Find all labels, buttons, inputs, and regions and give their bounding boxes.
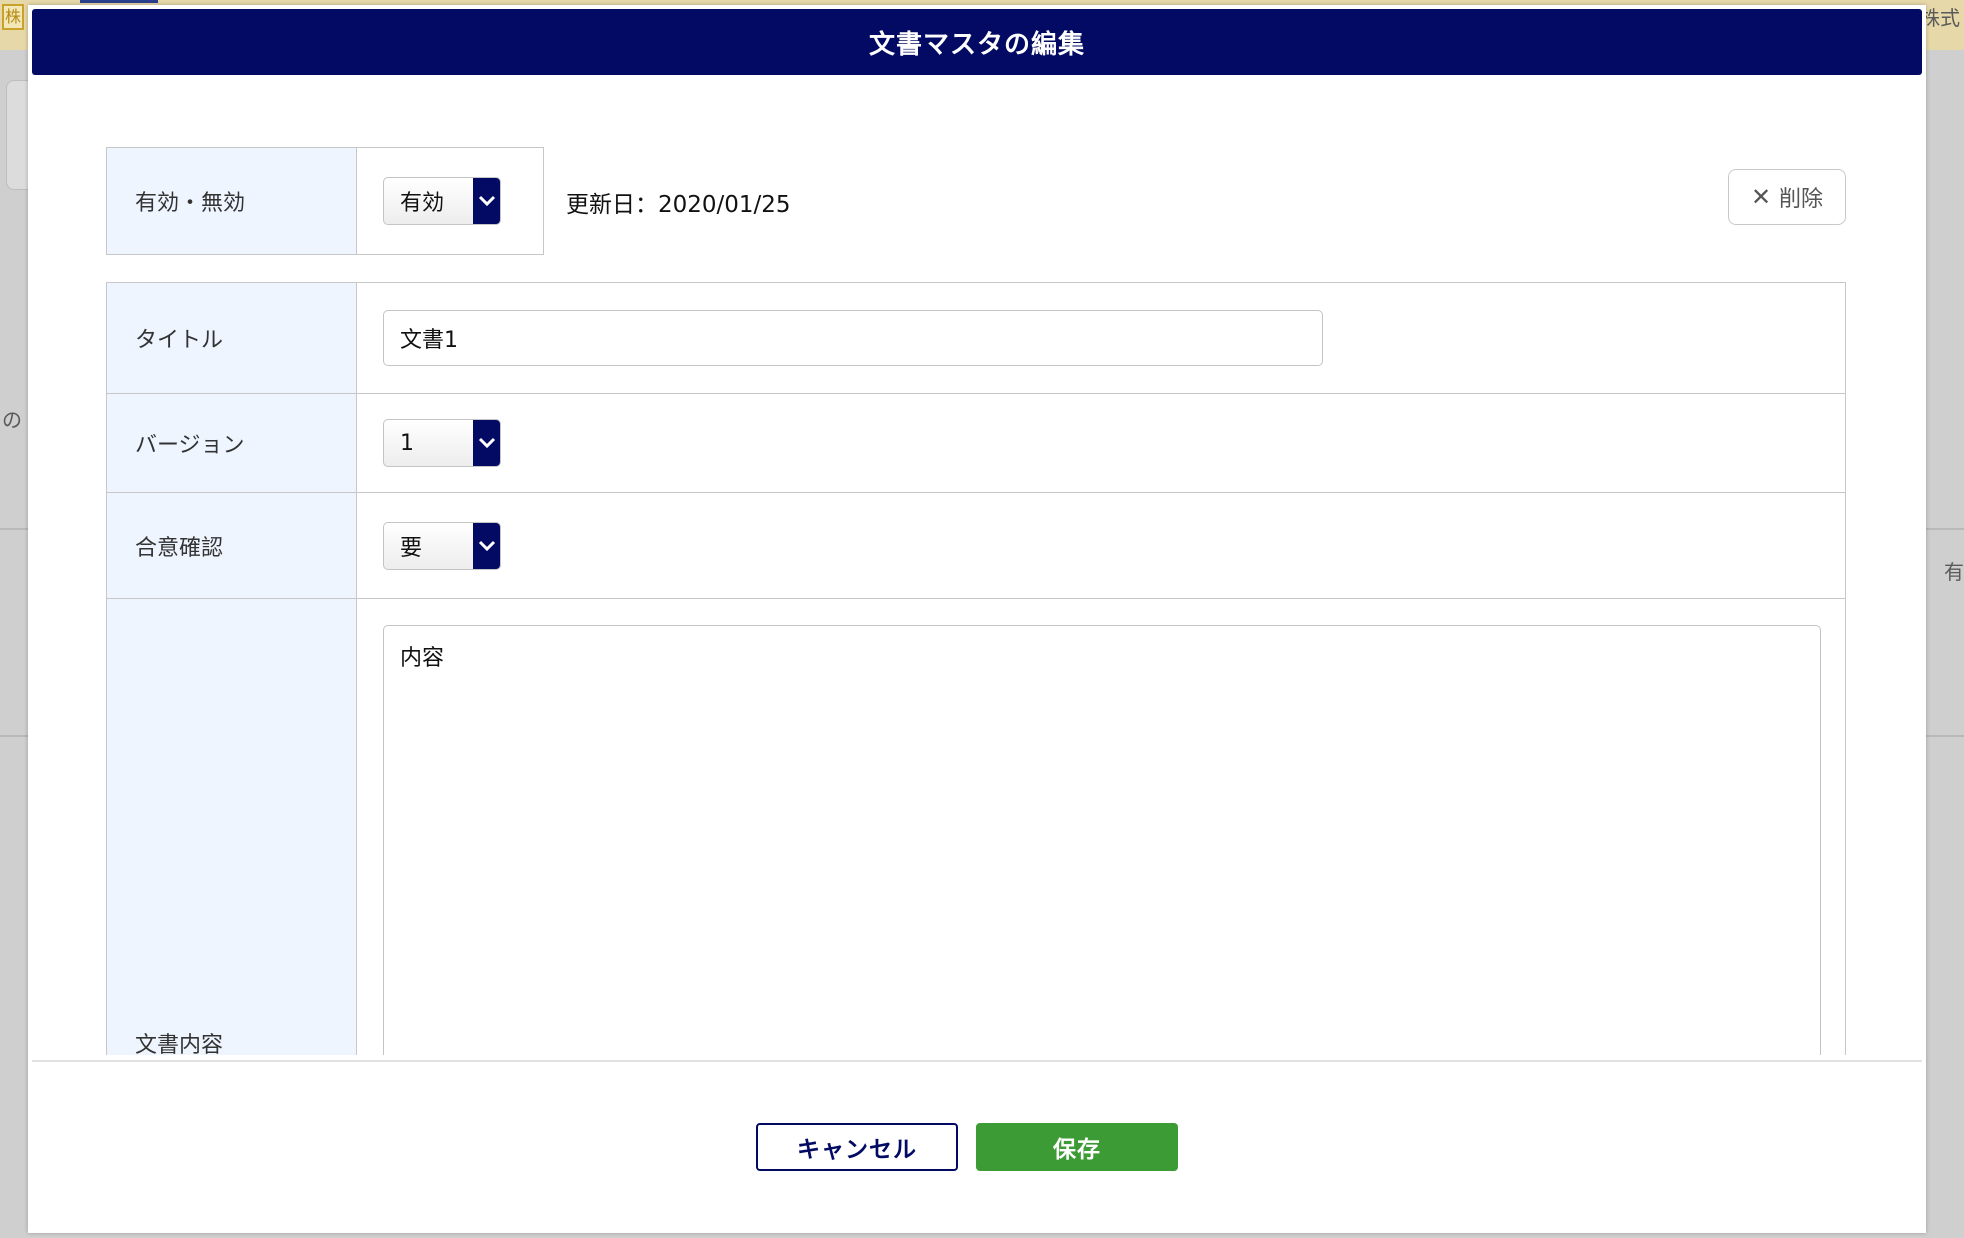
status-select-value: 有効 [400, 191, 445, 216]
updated-date: 更新日：2020/01/25 [566, 192, 791, 218]
content-textarea[interactable]: 内容 [383, 625, 1821, 1055]
consent-select[interactable]: 要 [383, 521, 501, 570]
background-right-text: 有 [1944, 560, 1964, 584]
form-row-consent: 合意確認 要 [107, 493, 1845, 599]
version-select[interactable]: 1 [383, 419, 501, 467]
background-company-text: 株式 [1920, 6, 1960, 30]
save-button[interactable]: 保存 [976, 1123, 1178, 1171]
background-company-badge: 株 [2, 4, 24, 30]
modal-title: 文書マスタの編集 [32, 9, 1922, 75]
title-label: タイトル [107, 283, 357, 393]
close-icon: ✕ [1750, 183, 1772, 211]
form-row-content: 文書内容 内容 [107, 599, 1845, 1055]
modal-body[interactable]: 有効・無効 有効 更新日：2020/01/25 ✕ 削除 タイトル 文書1 バー… [28, 75, 1926, 1055]
version-select-value: 1 [400, 430, 414, 456]
status-select[interactable]: 有効 [383, 177, 501, 225]
consent-value-cell: 要 [357, 493, 1845, 598]
footer-divider [32, 1060, 1922, 1062]
version-label: バージョン [107, 394, 357, 492]
document-form-table: タイトル バージョン 1 合意確認 [106, 282, 1846, 1055]
status-label: 有効・無効 [107, 148, 357, 254]
content-label: 文書内容 [107, 599, 357, 1055]
consent-select-value: 要 [400, 535, 423, 561]
delete-button-label: 削除 [1779, 187, 1824, 212]
delete-button[interactable]: ✕ 削除 [1728, 169, 1846, 225]
background-left-text: の [2, 408, 22, 432]
form-row-version: バージョン 1 [107, 394, 1845, 493]
chevron-down-icon [473, 420, 500, 466]
edit-document-master-modal: 文書マスタの編集 有効・無効 有効 更新日：2020/01/25 ✕ 削除 タイ… [28, 5, 1926, 1233]
status-value-cell: 有効 [357, 148, 543, 254]
form-row-title: タイトル [107, 283, 1845, 394]
cancel-button[interactable]: キャンセル [756, 1123, 958, 1171]
title-input[interactable] [383, 310, 1323, 366]
content-value-cell: 内容 [357, 599, 1845, 1055]
chevron-down-icon [473, 522, 500, 569]
chevron-down-icon [473, 178, 500, 224]
status-table: 有効・無効 有効 [106, 147, 544, 255]
version-value-cell: 1 [357, 394, 1845, 492]
title-value-cell [357, 283, 1845, 393]
background-tab-indicator [80, 0, 158, 3]
consent-label: 合意確認 [107, 493, 357, 598]
